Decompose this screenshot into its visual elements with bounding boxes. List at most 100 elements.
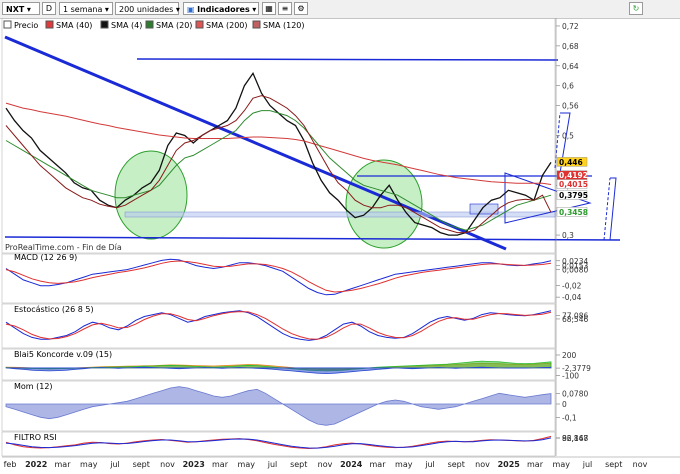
- panel-frame: [1, 17, 556, 254]
- indicators-label: Indicadores: [197, 5, 250, 14]
- legend-swatch: [45, 20, 54, 29]
- price-label: 0,446: [559, 158, 583, 167]
- x-tick-label: mar: [212, 460, 229, 469]
- panel-frame: [1, 253, 556, 304]
- price-label: 0,4015: [559, 180, 588, 189]
- x-tick-label: sept: [605, 460, 622, 469]
- y-tick-label: 200: [562, 351, 577, 360]
- refresh-icon[interactable]: ↻: [629, 2, 643, 15]
- resistance-line: [136, 58, 559, 61]
- x-tick-label: 2025: [498, 460, 521, 469]
- legend-swatch: [3, 20, 12, 29]
- panel-title-koncorde: Blai5 Koncorde v.09 (15): [14, 350, 112, 359]
- settings-icon[interactable]: ⚙: [294, 2, 308, 15]
- price-label: 0,3458: [559, 208, 588, 217]
- panel-title-momentum: Mom (12): [14, 382, 53, 391]
- x-tick-label: jul: [582, 460, 593, 469]
- x-tick-label: mar: [527, 460, 544, 469]
- legend-label: SMA (4): [111, 21, 142, 30]
- price-label: 0,3795: [559, 191, 588, 200]
- y-tick-label: 0,72: [562, 22, 579, 31]
- y-tick-label: -0,02: [562, 282, 582, 291]
- drawing-tool-icon[interactable]: D: [42, 2, 56, 15]
- panel-title-rsi: FILTRO RSI: [14, 433, 57, 442]
- x-tick-label: sept: [448, 460, 465, 469]
- period-selector[interactable]: 1 semana ▾: [59, 2, 113, 15]
- legend-swatch: [145, 20, 154, 29]
- series-line--k: [5, 310, 552, 341]
- x-tick-label: nov: [318, 460, 333, 469]
- highlight-circle-2022: [114, 150, 188, 240]
- series-line-rsi: [5, 435, 552, 450]
- x-tick-label: may: [395, 460, 413, 469]
- y-tick-label: 68,546: [562, 315, 588, 324]
- x-axis: feb 2022 mar may jul sept nov 2023 mar may jul sept…: [2, 456, 680, 469]
- x-tick-label: nov: [475, 460, 490, 469]
- legend-label: Precio: [14, 21, 38, 30]
- y-tick-label: -0,04: [562, 293, 582, 302]
- symbol-selector[interactable]: NXT ▾: [2, 2, 40, 15]
- y-tick-label: 0,6: [562, 82, 574, 91]
- legend-swatch: [195, 20, 204, 29]
- y-tick-label: 0: [562, 400, 567, 409]
- y-tick-label: 0,0080: [562, 266, 588, 275]
- x-tick-label: 2022: [25, 460, 47, 469]
- projection-arrow-2: [609, 177, 617, 241]
- y-tick-label: 0,5: [562, 132, 574, 141]
- support-line: [4, 236, 621, 241]
- x-tick-label: 2023: [183, 460, 205, 469]
- indicators-button[interactable]: ▣ Indicadores ▾: [183, 2, 259, 15]
- panel-title-macd: MACD (12 26 9): [14, 253, 77, 262]
- legend-item-sma20: SMA (20): [145, 20, 192, 30]
- watermark: ProRealTime.com - Fin de Día: [5, 243, 122, 252]
- series-line-macd: [5, 258, 552, 296]
- series-line--d: [5, 311, 552, 340]
- legend-item-sma120: SMA (120): [252, 20, 305, 30]
- units-selector[interactable]: 200 unidades ▾: [115, 2, 180, 15]
- panel-title-stochastic: Estocástico (26 8 5): [14, 305, 94, 314]
- x-tick-label: jul: [267, 460, 278, 469]
- series-area-azul: [5, 366, 552, 375]
- projection-dashed-2: [603, 177, 611, 241]
- legend-label: SMA (40): [56, 21, 92, 30]
- list-icon[interactable]: ≡: [278, 2, 292, 15]
- price-label: 0,4192: [559, 171, 588, 180]
- x-tick-label: mar: [370, 460, 387, 469]
- x-tick-label: jul: [424, 460, 435, 469]
- series-line-sma-200-: [5, 102, 552, 185]
- x-tick-label: may: [553, 460, 571, 469]
- legend-label: SMA (20): [156, 21, 192, 30]
- series-area-mom: [5, 386, 552, 426]
- x-tick-label: 2024: [340, 460, 363, 469]
- y-tick-label: -2,3779: [562, 364, 591, 373]
- legend-item-sma40: SMA (40): [45, 20, 92, 30]
- x-tick-label: sept: [133, 460, 150, 469]
- x-tick-label: may: [80, 460, 98, 469]
- x-tick-label: jul: [109, 460, 120, 469]
- chart-svg: Precio SMA (40) SMA (4) SMA (20) SMA (20…: [1, 17, 680, 469]
- toolbar: NXT ▾ D 1 semana ▾ 200 unidades ▾ ▣ Indi…: [0, 0, 680, 19]
- y-tick-label: 0,68: [562, 42, 579, 51]
- legend-swatch: [100, 20, 109, 29]
- y-tick-label: 86,848: [562, 434, 588, 443]
- y-tick-label: 0,3: [562, 231, 574, 240]
- legend-swatch: [252, 20, 261, 29]
- legend-item-sma200: SMA (200): [195, 20, 248, 30]
- legend-label: SMA (120): [263, 21, 305, 30]
- period-label: 1 semana: [63, 5, 103, 14]
- x-tick-label: may: [238, 460, 256, 469]
- x-tick-label: feb: [4, 460, 17, 469]
- series-line-se-al: [5, 260, 552, 293]
- legend-label: SMA (200): [206, 21, 248, 30]
- x-tick-label: nov: [160, 460, 175, 469]
- legend-item-precio: Precio: [3, 20, 38, 30]
- highlight-circle-2024: [345, 159, 423, 249]
- legend-item-sma4: SMA (4): [100, 20, 142, 30]
- main-legend: Precio SMA (40) SMA (4) SMA (20) SMA (20…: [3, 20, 305, 30]
- y-tick-label: 0,56: [562, 102, 579, 111]
- x-tick-label: sept: [290, 460, 307, 469]
- symbol-label: NXT: [6, 5, 25, 14]
- y-tick-label: 0,64: [562, 62, 579, 71]
- grid-icon[interactable]: ▦: [262, 2, 276, 15]
- y-tick-label: 0,0780: [562, 390, 588, 399]
